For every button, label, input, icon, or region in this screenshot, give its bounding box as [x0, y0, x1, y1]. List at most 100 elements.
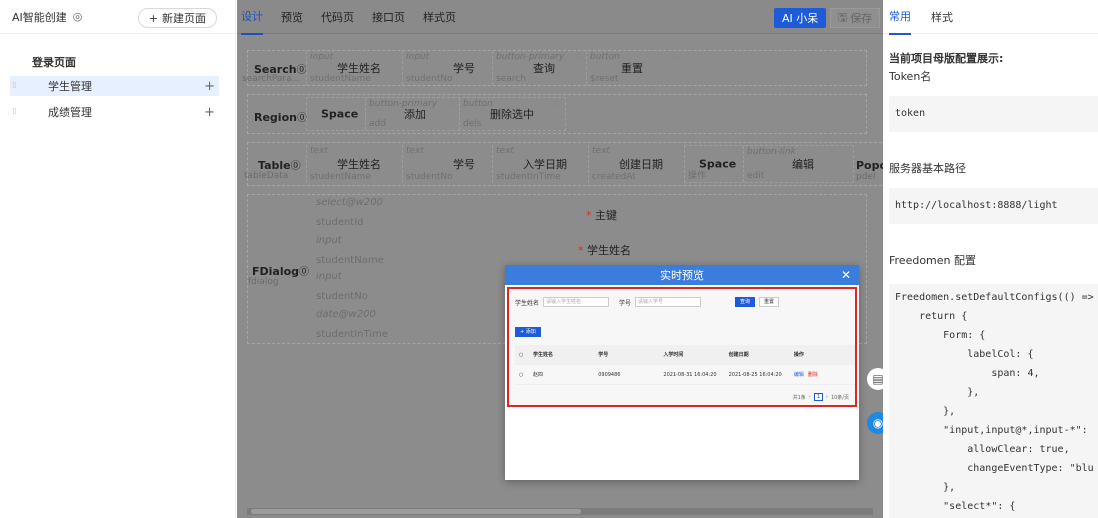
save-button[interactable]: 🖫 保存 [830, 8, 880, 28]
table-col-no[interactable]: text 学号 studentNo [402, 145, 492, 183]
code-line: Freedomen.setDefaultConfigs(() => [895, 292, 1094, 303]
table-col-name[interactable]: text 学生姓名 studentName [306, 145, 402, 183]
eye-icon[interactable]: ◎ [73, 10, 83, 23]
preview-pagination: 共1条 ‹ 1 › 10条/页 [792, 393, 849, 401]
horizontal-scrollbar[interactable] [247, 508, 873, 515]
drag-handle-icon[interactable]: ⁞⁞ [12, 107, 17, 117]
checkbox-icon[interactable]: ○ [515, 352, 529, 358]
fdialog-field-name: * 学生姓名 [578, 244, 631, 257]
fdialog-row: input [316, 271, 342, 282]
close-icon[interactable]: ✕ [841, 268, 851, 282]
tab-styles[interactable]: 样式 [931, 0, 953, 34]
freedomen-config-code[interactable]: Freedomen.setDefaultConfigs(() => return… [889, 284, 1098, 518]
fdialog-row: select@w200 [316, 197, 383, 208]
preview-no-input[interactable]: 请输入学号 [635, 297, 702, 307]
code-line: }, [895, 406, 956, 417]
token-value[interactable]: token [889, 96, 1098, 132]
plus-icon: + [148, 11, 158, 25]
right-tabs: 常用 样式 [883, 0, 1098, 35]
left-sidebar: AI智能创建 ◎ + 新建页面 登录页面 ⁞⁞ 学生管理 + ⁞⁞ 成绩管理 + [0, 0, 236, 518]
table-col-actions[interactable]: Space 操作 button-link 编辑 edit ◎ [684, 145, 854, 183]
region-cell-dels[interactable]: button 删除选中 dels ◎ [459, 98, 563, 130]
code-line: labelCol: { [895, 349, 1034, 360]
preview-name-label: 学生姓名 [515, 299, 540, 307]
preview-query-button[interactable]: 查询 [735, 297, 756, 307]
sidebar-item-label: 学生管理 [48, 80, 92, 93]
live-preview-dialog[interactable]: 实时预览 ✕ 学生姓名 请输入学生姓名 学号 请输入学号 查询 重置 + 添加 … [505, 265, 859, 480]
tab-code[interactable]: 代码页 [321, 0, 354, 34]
fdialog-row: studentId [316, 217, 364, 228]
code-line: allowClear: true, [895, 444, 1070, 455]
sidebar-item-student[interactable]: ⁞⁞ 学生管理 + [10, 76, 219, 96]
row-edit-link[interactable]: 编辑 [794, 372, 804, 378]
preview-add-button[interactable]: + 添加 [515, 327, 541, 337]
preview-search-bar: 学生姓名 请输入学生姓名 学号 请输入学号 查询 重置 [515, 297, 780, 307]
region-block-label: Region⓪ [254, 111, 307, 124]
table-space-sub: 操作 [688, 171, 707, 181]
code-line: span: 4, [895, 368, 1040, 379]
tab-style[interactable]: 样式页 [423, 0, 456, 34]
add-child-icon[interactable]: + [204, 79, 215, 94]
fdialog-field-pk: * 主键 [586, 209, 617, 222]
preview-table-header: ○ 学生姓名 学号 入学时间 创建日期 操作 [515, 345, 855, 365]
drag-handle-icon[interactable]: ⁞⁞ [12, 81, 17, 91]
table-block[interactable]: Table⓪ tableData text 学生姓名 studentName tex… [244, 142, 883, 186]
code-line: }, [895, 387, 980, 398]
help-icon: ⓪ [299, 267, 310, 278]
next-page-icon[interactable]: › [826, 394, 828, 400]
new-page-label: 新建页面 [162, 12, 206, 25]
table-edit-link[interactable]: button-link 编辑 edit ◎ [743, 146, 839, 182]
design-canvas: 设计 预览 代码页 接口页 样式页 AI 小呆 🖫 保存 Search⓪ sea… [237, 0, 883, 518]
preview-name-input[interactable]: 请输入学生姓名 [543, 297, 610, 307]
table-block-label: Table⓪ [258, 159, 301, 172]
config-heading: 当前项目母版配置展示: [889, 52, 1004, 65]
preview-no-label: 学号 [619, 299, 632, 307]
token-label: Token名 [889, 70, 932, 83]
code-line: }, [895, 482, 956, 493]
fdialog-row: studentInTime [316, 329, 388, 340]
region-block[interactable]: Region⓪ Space button-primary 添加 add ◎ butto… [247, 94, 867, 134]
search-cell-query[interactable]: button-primary 查询 search ◎ [492, 51, 586, 85]
prev-page-icon[interactable]: ‹ [809, 394, 811, 400]
region-space[interactable]: Space button-primary 添加 add ◎ button 删除选中 del… [306, 97, 566, 131]
fdialog-row: date@w200 [316, 309, 376, 320]
scrollbar-thumb[interactable] [251, 509, 581, 514]
search-cell-reset[interactable]: button 重置 $reset ◎ [586, 51, 682, 85]
page-number[interactable]: 1 [813, 393, 823, 401]
code-line: return { [895, 311, 968, 322]
sidebar-item-score[interactable]: ⁞⁞ 成绩管理 + [10, 102, 219, 122]
table-col-intime[interactable]: text 入学日期 studentInTime [492, 145, 588, 183]
page-group-label: 登录页面 [32, 56, 76, 69]
row-delete-link[interactable]: 删除 [808, 372, 818, 378]
page-size-select[interactable]: 10条/页 [831, 394, 849, 401]
document-icon[interactable]: ▤ [867, 368, 883, 390]
search-cell-no[interactable]: input 学号 studentNo [402, 51, 492, 85]
save-label: 保存 [850, 12, 873, 25]
region-cell-add[interactable]: button-primary 添加 add ◎ [365, 98, 459, 130]
popcon-label: Popcon [856, 159, 883, 172]
base-url-value[interactable]: http://localhost:8888/light [889, 188, 1098, 224]
eye-icon[interactable]: ◉ [867, 412, 883, 434]
preview-reset-button[interactable]: 重置 [759, 297, 780, 307]
tab-design[interactable]: 设计 [241, 0, 263, 35]
fdialog-row: studentName [316, 255, 384, 266]
preview-content: 学生姓名 请输入学生姓名 学号 请输入学号 查询 重置 + 添加 ○ 学生姓名 … [507, 287, 857, 407]
tab-api[interactable]: 接口页 [372, 0, 405, 34]
preview-header: 实时预览 ✕ [505, 265, 859, 285]
sidebar-title: AI智能创建 [12, 10, 67, 24]
tab-preview[interactable]: 预览 [281, 0, 303, 34]
code-line: changeEventType: "blu [895, 463, 1094, 474]
ai-assistant-button[interactable]: AI 小呆 [774, 8, 827, 28]
checkbox-icon[interactable]: ○ [515, 372, 529, 378]
tab-common[interactable]: 常用 [889, 0, 911, 35]
add-child-icon[interactable]: + [204, 105, 215, 120]
search-cell-name[interactable]: input 学生姓名 studentName [306, 51, 402, 85]
search-block[interactable]: Search⓪ searchPara... input 学生姓名 studentNa… [242, 50, 867, 86]
new-page-button[interactable]: + 新建页面 [137, 8, 217, 28]
table-block-sub: tableData [244, 171, 289, 181]
search-block-sub: searchPara... [242, 74, 301, 84]
popcon-sub: pdel [856, 172, 876, 182]
table-col-created[interactable]: text 创建日期 createdAt [588, 145, 684, 183]
help-icon: ⓪ [290, 161, 301, 172]
sidebar-item-label: 成绩管理 [48, 106, 92, 119]
